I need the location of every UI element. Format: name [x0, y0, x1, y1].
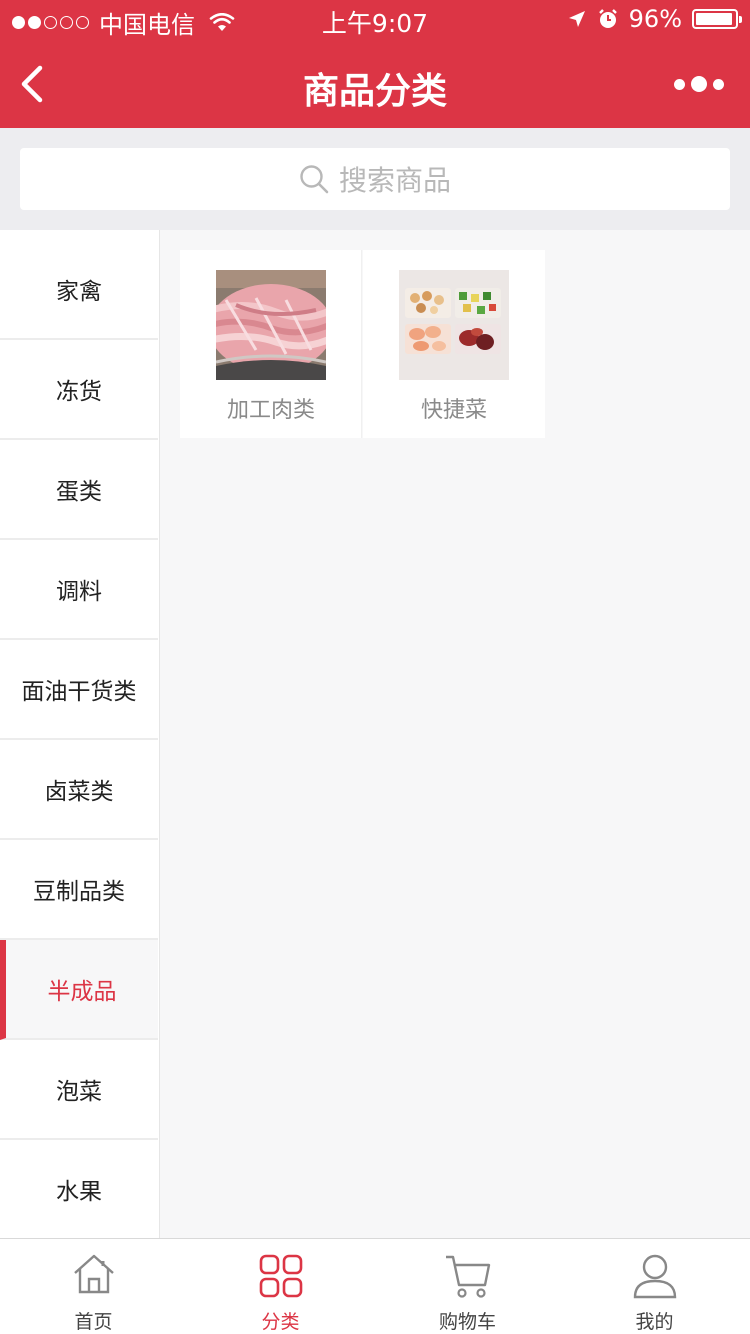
category-item[interactable]: 冻货: [0, 340, 158, 440]
tab-label: 我的: [635, 1311, 674, 1333]
search-placeholder: 搜索商品: [338, 164, 451, 197]
tab-category[interactable]: 分类: [187, 1239, 374, 1334]
category-item[interactable]: 蛋类: [0, 440, 158, 540]
category-sidebar: 家禽 冻货 蛋类 调料 面油干货类 卤菜类 豆制品类 半成品 泡菜 水果: [0, 230, 160, 1238]
product-card[interactable]: 快捷菜: [363, 250, 545, 438]
location-arrow-icon: [568, 11, 585, 27]
category-label: 调料: [56, 579, 102, 605]
status-bar: 中国电信 上午9:07 96%: [0, 0, 750, 40]
category-item[interactable]: 泡菜: [0, 1040, 158, 1140]
grid-icon: [259, 1254, 302, 1298]
category-item[interactable]: 面油干货类: [0, 640, 158, 740]
more-dots-icon[interactable]: [674, 70, 724, 98]
raw-meat-strips-photo: [216, 270, 326, 380]
category-label: 面油干货类: [21, 679, 137, 705]
nav-bar: 商品分类: [0, 40, 750, 128]
tab-home[interactable]: 首页: [0, 1239, 187, 1334]
battery-percent: 96%: [628, 5, 682, 33]
tab-bar: 首页 分类 购物车 我的: [0, 1238, 750, 1334]
page-title: 商品分类: [302, 71, 447, 112]
tab-label: 首页: [74, 1311, 113, 1333]
category-label: 水果: [56, 1179, 102, 1205]
tab-cart[interactable]: 购物车: [374, 1239, 561, 1334]
alarm-clock-icon: [598, 9, 617, 28]
category-label: 冻货: [56, 379, 102, 405]
product-label: 快捷菜: [420, 398, 487, 423]
card-divider: [361, 250, 362, 438]
search-input[interactable]: 搜索商品: [20, 148, 730, 210]
category-label: 半成品: [47, 979, 117, 1005]
ready-meal-boxes-photo: [399, 270, 509, 380]
search-bar: 搜索商品: [0, 128, 750, 230]
category-item[interactable]: 豆制品类: [0, 840, 158, 940]
tab-profile[interactable]: 我的: [561, 1239, 748, 1334]
category-item[interactable]: 水果: [0, 1140, 158, 1238]
tab-label: 分类: [261, 1311, 300, 1333]
category-label: 卤菜类: [44, 779, 114, 805]
category-item-active[interactable]: 半成品: [0, 940, 158, 1040]
home-icon: [73, 1254, 114, 1294]
category-label: 蛋类: [56, 479, 102, 505]
battery-icon: [692, 9, 742, 29]
category-label: 泡菜: [56, 1079, 102, 1105]
category-item[interactable]: 家禽: [0, 240, 158, 340]
status-right: 96%: [567, 5, 742, 33]
category-label: 家禽: [56, 279, 102, 305]
user-icon: [633, 1254, 676, 1299]
category-item[interactable]: 卤菜类: [0, 740, 158, 840]
category-item[interactable]: 调料: [0, 540, 158, 640]
product-label: 加工肉类: [226, 398, 315, 423]
category-label: 豆制品类: [33, 879, 125, 905]
product-card[interactable]: 加工肉类: [180, 250, 362, 438]
cart-icon: [445, 1255, 490, 1298]
search-icon: [300, 165, 329, 194]
tab-label: 购物车: [438, 1311, 496, 1333]
